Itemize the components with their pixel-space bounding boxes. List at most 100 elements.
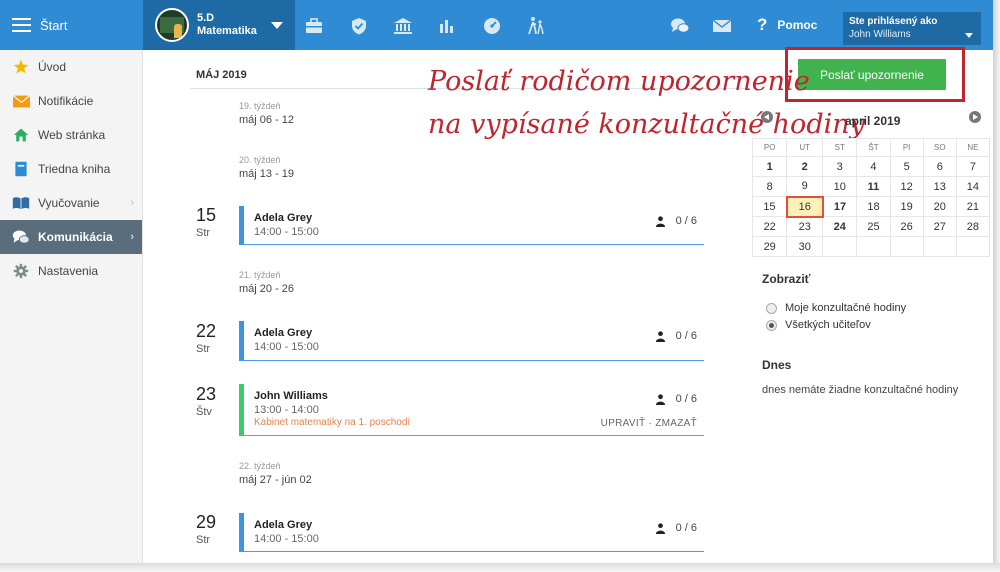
slot-time: 14:00 - 15:00 xyxy=(254,226,319,238)
calendar-day[interactable]: 19 xyxy=(889,196,924,217)
chat-icon[interactable] xyxy=(670,16,690,36)
day-name: Str xyxy=(196,534,211,546)
send-notification-button[interactable]: Poslať upozornenie xyxy=(798,59,946,90)
calendar-day[interactable]: 5 xyxy=(889,156,924,177)
calendar-day[interactable]: 28 xyxy=(955,216,991,237)
day-label: 15 Str xyxy=(196,205,216,239)
calendar-empty-cell xyxy=(856,236,891,257)
slot-actions: UPRAVIŤ · ZMAZAŤ xyxy=(601,418,697,429)
consultation-slot[interactable]: Adela Grey 14:00 - 15:00 0 / 6 xyxy=(239,206,704,245)
calendar-day[interactable]: 26 xyxy=(889,216,924,237)
gauge-icon[interactable] xyxy=(482,16,502,36)
calendar-day[interactable]: 8 xyxy=(751,176,788,197)
sidebar-item-label: Notifikácie xyxy=(38,94,94,108)
sidebar-item-vyucovanie[interactable]: Vyučovanie › xyxy=(0,186,142,220)
sidebar-item-nastavenia[interactable]: Nastavenia xyxy=(0,254,142,288)
calendar-day[interactable]: 11 xyxy=(856,176,891,197)
calendar-day[interactable]: 17 xyxy=(822,196,858,217)
slot-color-bar xyxy=(239,206,244,244)
sidebar-item-uvod[interactable]: Úvod xyxy=(0,50,142,84)
page-shadow xyxy=(993,0,1000,572)
envelope-icon xyxy=(12,93,30,109)
institution-icon[interactable] xyxy=(393,16,413,36)
start-menu-button[interactable]: Štart xyxy=(0,0,143,50)
weekday-header: ŠT xyxy=(856,138,891,157)
bar-chart-icon[interactable] xyxy=(437,16,457,36)
action-separator: · xyxy=(648,418,653,429)
calendar-day[interactable]: 4 xyxy=(856,156,891,177)
book-icon xyxy=(12,161,30,177)
slot-time: 13:00 - 14:00 xyxy=(254,404,319,416)
display-filter-title: Zobraziť xyxy=(762,272,811,286)
day-number: 29 xyxy=(196,512,217,532)
consultation-slot[interactable]: Adela Grey 14:00 - 15:00 0 / 6 xyxy=(239,513,704,552)
delete-button[interactable]: ZMAZAŤ xyxy=(655,418,697,429)
weekday-header: PI xyxy=(889,138,924,157)
calendar-day[interactable]: 27 xyxy=(922,216,957,237)
slot-capacity: 0 / 6 xyxy=(655,215,697,227)
calendar-day[interactable]: 2 xyxy=(786,156,824,177)
class-selector[interactable]: 5.D Matematika xyxy=(143,0,295,50)
calendar-next-icon[interactable] xyxy=(969,111,981,123)
calendar-day[interactable]: 12 xyxy=(889,176,924,197)
radio-all-teachers[interactable]: Všetkých učiteľov xyxy=(766,319,871,331)
calendar-day[interactable]: 30 xyxy=(786,236,824,257)
sidebar-item-komunikacia[interactable]: Komunikácia › xyxy=(0,220,142,254)
calendar-day[interactable]: 25 xyxy=(856,216,891,237)
calendar-prev-icon[interactable] xyxy=(761,111,773,123)
sidebar-item-triedna-kniha[interactable]: Triedna kniha xyxy=(0,152,142,186)
day-number: 22 xyxy=(196,321,217,341)
calendar-day[interactable]: 18 xyxy=(856,196,891,217)
week-header: 20. týždeň máj 13 - 19 xyxy=(239,155,294,180)
calendar-day[interactable]: 13 xyxy=(922,176,957,197)
chevron-right-icon: › xyxy=(130,197,134,209)
calendar-day[interactable]: 1 xyxy=(751,156,788,177)
calendar-day[interactable]: 9 xyxy=(786,176,824,197)
radio-my-hours[interactable]: Moje konzultačné hodiny xyxy=(766,302,906,314)
teacher-name: Adela Grey xyxy=(254,519,313,531)
slot-time: 14:00 - 15:00 xyxy=(254,533,319,545)
month-heading: MÁJ 2019 xyxy=(196,69,247,81)
calendar-month-title: april 2019 xyxy=(845,114,901,128)
edit-button[interactable]: UPRAVIŤ xyxy=(601,418,646,429)
annotation-line-1: Poslať rodičom upozornenie xyxy=(428,66,810,97)
annotation-line-2: na vypísané konzultačné hodiny xyxy=(428,109,865,140)
help-label: Pomoc xyxy=(777,18,818,32)
calendar-day[interactable]: 10 xyxy=(822,176,858,197)
sidebar-item-label: Komunikácia xyxy=(38,230,113,244)
calendar-day[interactable]: 15 xyxy=(751,196,788,217)
teacher-name: Adela Grey xyxy=(254,327,313,339)
help-button[interactable]: ? Pomoc xyxy=(757,0,817,50)
calendar-day[interactable]: 24 xyxy=(822,216,858,237)
week-range: máj 20 - 26 xyxy=(239,283,295,295)
week-number: 21. týždeň xyxy=(239,270,281,280)
consultation-slot[interactable]: John Williams 13:00 - 14:00 Kabinet mate… xyxy=(239,384,704,436)
calendar-day[interactable]: 21 xyxy=(955,196,991,217)
calendar-day[interactable]: 23 xyxy=(786,216,824,237)
mail-icon[interactable] xyxy=(712,16,732,36)
calendar-day[interactable]: 16 xyxy=(785,195,824,218)
consultation-slot[interactable]: Adela Grey 14:00 - 15:00 0 / 6 xyxy=(239,321,704,361)
calendar-day[interactable]: 22 xyxy=(751,216,788,237)
calendar-day[interactable]: 3 xyxy=(822,156,858,177)
user-menu[interactable]: Ste prihlásený ako John Williams xyxy=(843,12,981,45)
sidebar-item-notifikacie[interactable]: Notifikácie xyxy=(0,84,142,118)
week-number: 22. týždeň xyxy=(239,461,281,471)
calendar-day[interactable]: 29 xyxy=(751,236,788,257)
day-name: Str xyxy=(196,227,211,239)
shield-icon[interactable] xyxy=(349,16,369,36)
calendar-day[interactable]: 6 xyxy=(922,156,957,177)
calendar-day[interactable]: 14 xyxy=(955,176,991,197)
day-name: Štv xyxy=(196,406,212,418)
walking-people-icon[interactable] xyxy=(526,16,546,36)
person-icon xyxy=(655,330,665,342)
calendar-week-row: 22 23 24 25 26 27 28 xyxy=(751,216,991,237)
calendar-day[interactable]: 20 xyxy=(922,196,957,217)
briefcase-icon[interactable] xyxy=(304,16,324,36)
calendar-week-row: 29 30 xyxy=(751,236,991,257)
chevron-down-icon xyxy=(271,22,283,29)
calendar-empty-cell xyxy=(822,236,858,257)
sidebar-item-web-stranka[interactable]: Web stránka xyxy=(0,118,142,152)
sidebar-item-label: Nastavenia xyxy=(38,264,99,278)
calendar-day[interactable]: 7 xyxy=(955,156,991,177)
